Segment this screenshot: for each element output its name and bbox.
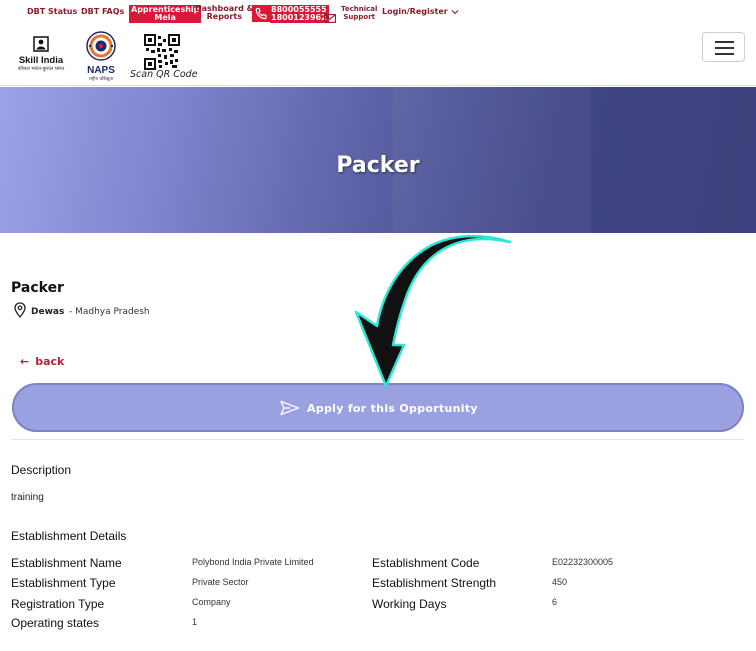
- naps-tagline: राष्ट्रीय प्रशिक्षुता: [88, 76, 114, 81]
- skill-india-mark-icon: [33, 36, 49, 52]
- apprenticeship-mela-line2: Mela: [154, 13, 176, 22]
- location-state: - Madhya Pradesh: [69, 307, 150, 317]
- phone-icon: [252, 5, 270, 22]
- logo-bar: Skill India कौशल भारत-कुशल भारत NAPS राष…: [0, 24, 756, 86]
- apply-button-label: Apply for this Opportunity: [307, 402, 478, 415]
- location-city: Dewas: [31, 307, 65, 317]
- menu-icon-bar: [715, 47, 734, 49]
- tech-support-line2: Support: [343, 13, 376, 21]
- arrow-left-icon: ←: [20, 355, 30, 368]
- dbt-status-link[interactable]: DBT Status: [27, 8, 77, 16]
- establishment-heading: Establishment Details: [11, 529, 127, 543]
- login-register-link[interactable]: Login/Register: [382, 8, 459, 16]
- back-label: back: [35, 355, 65, 368]
- page-banner: Packer: [0, 87, 756, 233]
- naps-name: NAPS: [87, 65, 115, 76]
- divider: [11, 439, 744, 440]
- naps-logo[interactable]: NAPS राष्ट्रीय प्रशिक्षुता: [80, 30, 122, 82]
- dashboard-line2: Reports: [206, 12, 242, 21]
- establishment-code-value: E02232300005: [552, 557, 614, 567]
- login-register-label: Login/Register: [382, 7, 448, 16]
- qr-code-icon[interactable]: [144, 34, 180, 70]
- skill-india-name: Skill India: [18, 55, 64, 66]
- naps-emblem-icon: [86, 31, 116, 61]
- working-days-label: Working Days: [372, 597, 447, 611]
- operating-states-value: 1: [192, 617, 198, 627]
- description-text: training: [11, 492, 44, 503]
- dbt-faqs-link[interactable]: DBT FAQs: [81, 8, 124, 16]
- description-heading: Description: [11, 463, 72, 477]
- establishment-strength-value: 450: [552, 577, 568, 587]
- qr-code-label: Scan QR Code: [130, 69, 198, 80]
- skill-india-tagline: कौशल भारत-कुशल भारत: [17, 66, 65, 72]
- menu-icon-bar: [715, 53, 734, 55]
- top-nav: DBT Status DBT FAQs Apprenticeship Mela …: [0, 0, 756, 24]
- operating-states-label: Operating states: [11, 616, 100, 630]
- dashboard-reports-link[interactable]: Dashboard & Reports: [195, 5, 254, 21]
- apprenticeship-mela-link[interactable]: Apprenticeship Mela: [129, 5, 202, 23]
- location-pin-icon: [14, 302, 26, 318]
- registration-type-value: Company: [192, 597, 231, 607]
- apply-button[interactable]: Apply for this Opportunity: [12, 383, 744, 432]
- establishment-type-value: Private Sector: [192, 577, 249, 587]
- chevron-down-icon: [451, 9, 458, 14]
- back-link[interactable]: ← back: [20, 355, 64, 368]
- establishment-strength-label: Establishment Strength: [372, 576, 497, 590]
- job-title: Packer: [11, 280, 64, 296]
- send-icon: [280, 400, 300, 416]
- registration-type-label: Registration Type: [11, 597, 105, 611]
- establishment-code-label: Establishment Code: [372, 556, 480, 570]
- working-days-value: 6: [552, 597, 558, 607]
- menu-icon: [715, 41, 734, 43]
- menu-toggle-button[interactable]: [702, 32, 745, 62]
- technical-support-link[interactable]: Technical Support: [341, 5, 377, 21]
- tech-support-line1: Technical: [341, 5, 378, 13]
- skill-india-logo[interactable]: Skill India कौशल भारत-कुशल भारत: [16, 36, 66, 80]
- establishment-name-label: Establishment Name: [11, 556, 122, 570]
- establishment-type-label: Establishment Type: [11, 576, 116, 590]
- helpline-numbers[interactable]: 8800055555 1800123962: [270, 5, 329, 23]
- banner-title: Packer: [336, 153, 420, 178]
- phone-number-2: 1800123962: [271, 13, 327, 22]
- establishment-name-value: Polybond India Private Limited: [192, 557, 314, 567]
